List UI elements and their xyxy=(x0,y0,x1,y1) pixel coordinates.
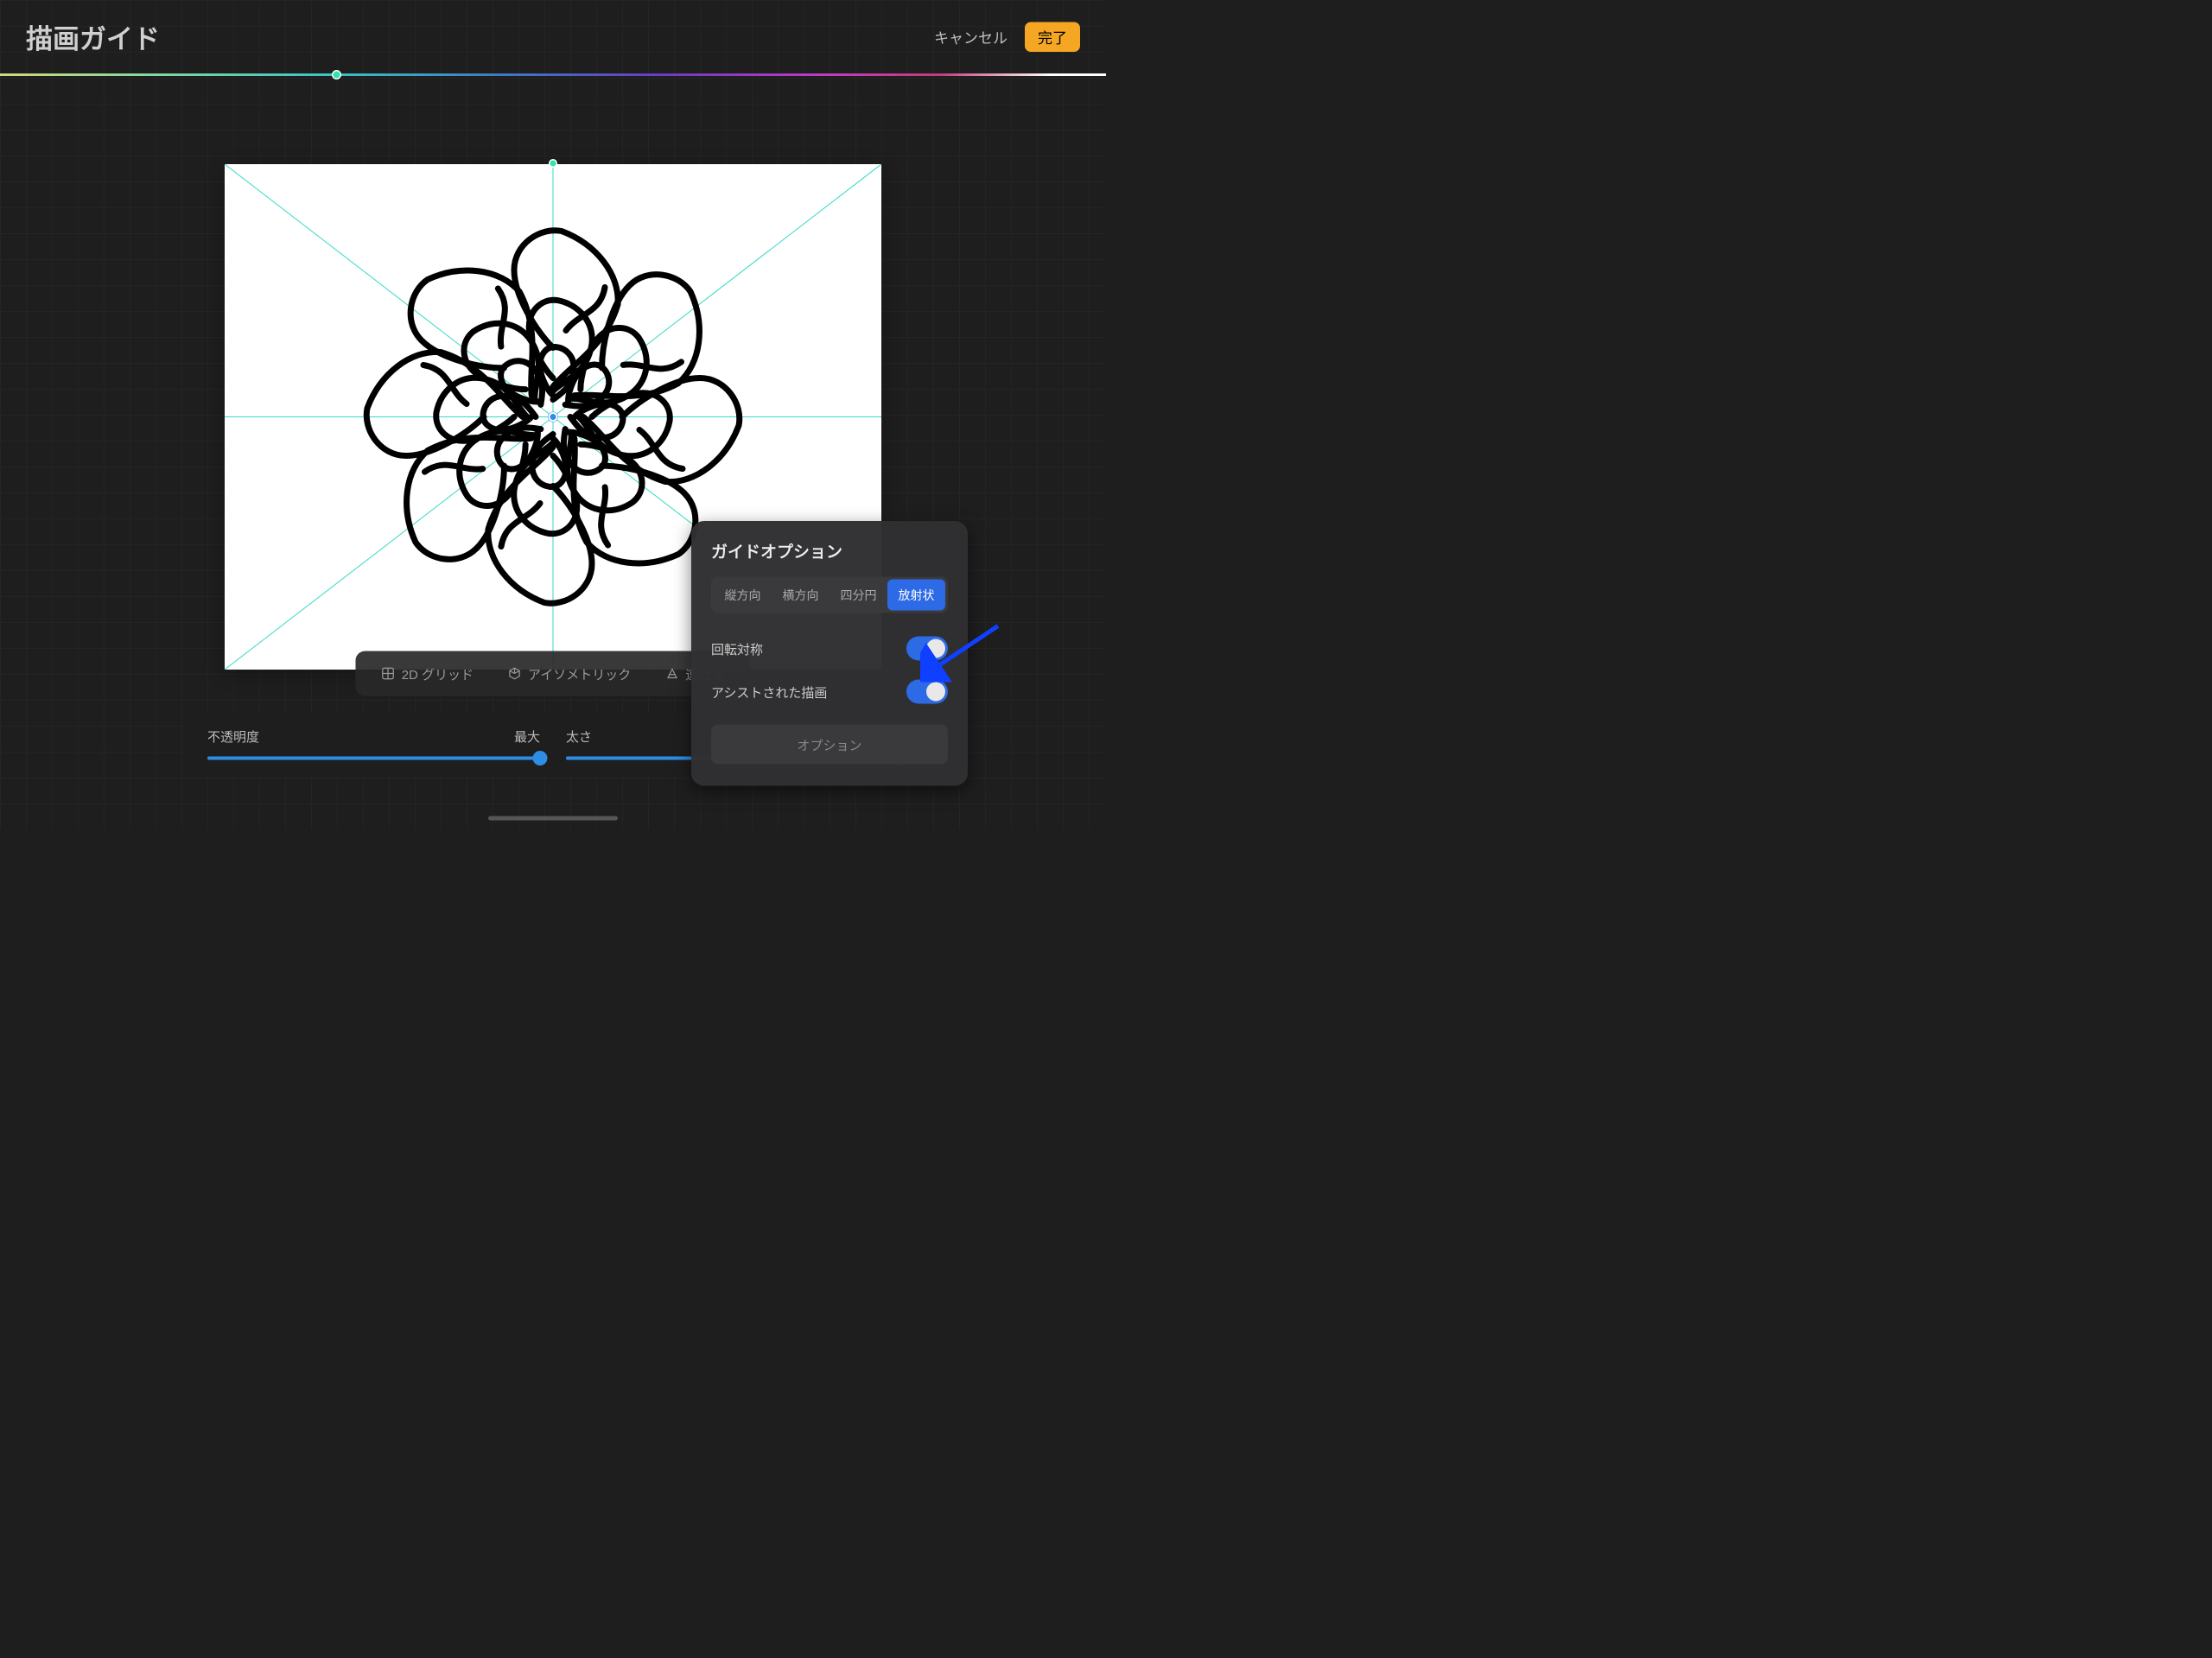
symmetry-radial[interactable]: 放射状 xyxy=(887,580,945,611)
opacity-max: 最大 xyxy=(514,727,540,746)
guide-type-2dgrid[interactable]: 2D グリッド xyxy=(365,656,491,692)
perspective-icon xyxy=(665,667,678,680)
popover-title: ガイドオプション xyxy=(711,538,948,562)
guide-type-label: アイソメトリック xyxy=(528,664,631,683)
center-handle[interactable] xyxy=(549,412,558,422)
opacity-slider-group: 不透明度 最大 xyxy=(207,727,540,760)
guide-options-popover: ガイドオプション 縦方向 横方向 四分円 放射状 回転対称 アシストされた描画 … xyxy=(691,521,968,786)
guide-type-label: 2D グリッド xyxy=(402,664,474,683)
cancel-button[interactable]: キャンセル xyxy=(934,26,1007,48)
assisted-toggle[interactable] xyxy=(906,680,948,704)
guide-type-isometric[interactable]: アイソメトリック xyxy=(491,656,648,692)
symmetry-vertical[interactable]: 縦方向 xyxy=(714,580,772,611)
opacity-slider[interactable] xyxy=(207,757,540,760)
opacity-thumb[interactable] xyxy=(533,751,548,765)
page-title: 描画ガイド xyxy=(26,17,160,56)
home-indicator xyxy=(488,816,618,821)
rotational-label: 回転対称 xyxy=(711,639,763,658)
symmetry-quadrant[interactable]: 四分円 xyxy=(830,580,887,611)
opacity-label: 不透明度 xyxy=(207,727,259,746)
hue-slider[interactable] xyxy=(0,73,1106,76)
assisted-label: アシストされた描画 xyxy=(711,683,827,702)
header: 描画ガイド キャンセル 完了 xyxy=(0,0,1106,73)
rotational-toggle[interactable] xyxy=(906,637,948,661)
hue-knob[interactable] xyxy=(332,70,341,79)
symmetry-segmented: 縦方向 横方向 四分円 放射状 xyxy=(711,577,948,613)
rotational-row: 回転対称 xyxy=(711,627,948,670)
grid-icon xyxy=(382,667,395,680)
thickness-label: 太さ xyxy=(566,727,592,746)
rotation-handle[interactable] xyxy=(549,159,557,168)
assisted-row: アシストされた描画 xyxy=(711,670,948,714)
cube-icon xyxy=(508,667,521,680)
done-button[interactable]: 完了 xyxy=(1025,22,1080,52)
options-button[interactable]: オプション xyxy=(711,725,948,765)
symmetry-horizontal[interactable]: 横方向 xyxy=(772,580,830,611)
